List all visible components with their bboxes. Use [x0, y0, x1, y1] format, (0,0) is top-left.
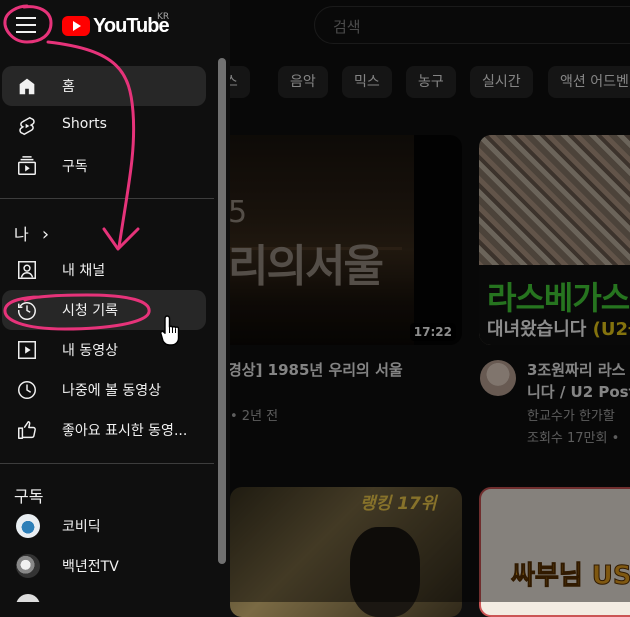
- avatar: [16, 514, 40, 538]
- guide-drawer: YouTube KR 홈 Shorts 구독 나 › 내 채널 시청 기록 내 …: [0, 0, 230, 602]
- nav-shorts[interactable]: Shorts: [2, 106, 206, 146]
- chevron-right-icon: ›: [41, 224, 50, 245]
- youtube-logo[interactable]: YouTube: [62, 14, 170, 38]
- nav-watch-later[interactable]: 나중에 볼 동영상: [2, 370, 206, 410]
- shorts-icon: [19, 116, 35, 136]
- home-icon: [19, 78, 35, 95]
- subscription-channel[interactable]: 코비딕: [2, 506, 206, 546]
- history-icon: [18, 302, 36, 320]
- subscriptions-section-header: 구독: [14, 487, 44, 506]
- nav-home[interactable]: 홈: [2, 66, 206, 106]
- channel-name: 코비딕: [62, 519, 101, 535]
- nav-label: 내 동영상: [62, 343, 118, 359]
- divider: [0, 463, 214, 464]
- nav-label: 홈: [62, 79, 75, 95]
- nav-liked-videos[interactable]: 좋아요 표시한 동영...: [2, 410, 206, 450]
- nav-label: 좋아요 표시한 동영...: [62, 423, 188, 439]
- drawer-scrollbar[interactable]: [218, 58, 226, 564]
- divider: [0, 198, 214, 199]
- you-section-header[interactable]: 나 ›: [14, 221, 49, 245]
- nav-your-channel[interactable]: 내 채널: [2, 250, 206, 290]
- nav-label: 구독: [62, 159, 88, 175]
- nav-label: 시청 기록: [62, 303, 118, 319]
- menu-icon[interactable]: [13, 12, 39, 38]
- hand-cursor-icon: [160, 315, 180, 346]
- subscriptions-icon: [18, 156, 36, 175]
- liked-videos-icon: [18, 421, 36, 439]
- region-badge: KR: [157, 12, 170, 22]
- channel-name: 백년전TV: [62, 559, 119, 575]
- nav-label: Shorts: [62, 116, 107, 132]
- your-channel-icon: [18, 261, 36, 279]
- your-videos-icon: [18, 341, 36, 359]
- subscription-channel[interactable]: 백년전TV: [2, 546, 206, 586]
- nav-label: 나중에 볼 동영상: [62, 383, 162, 399]
- nav-subscriptions[interactable]: 구독: [2, 146, 206, 186]
- section-title: 나: [14, 225, 29, 244]
- avatar: [16, 554, 40, 578]
- watch-later-icon: [18, 381, 36, 399]
- nav-label: 내 채널: [62, 263, 106, 279]
- youtube-play-icon: [62, 16, 90, 36]
- subscription-channel[interactable]: [2, 586, 206, 602]
- avatar: [16, 594, 40, 602]
